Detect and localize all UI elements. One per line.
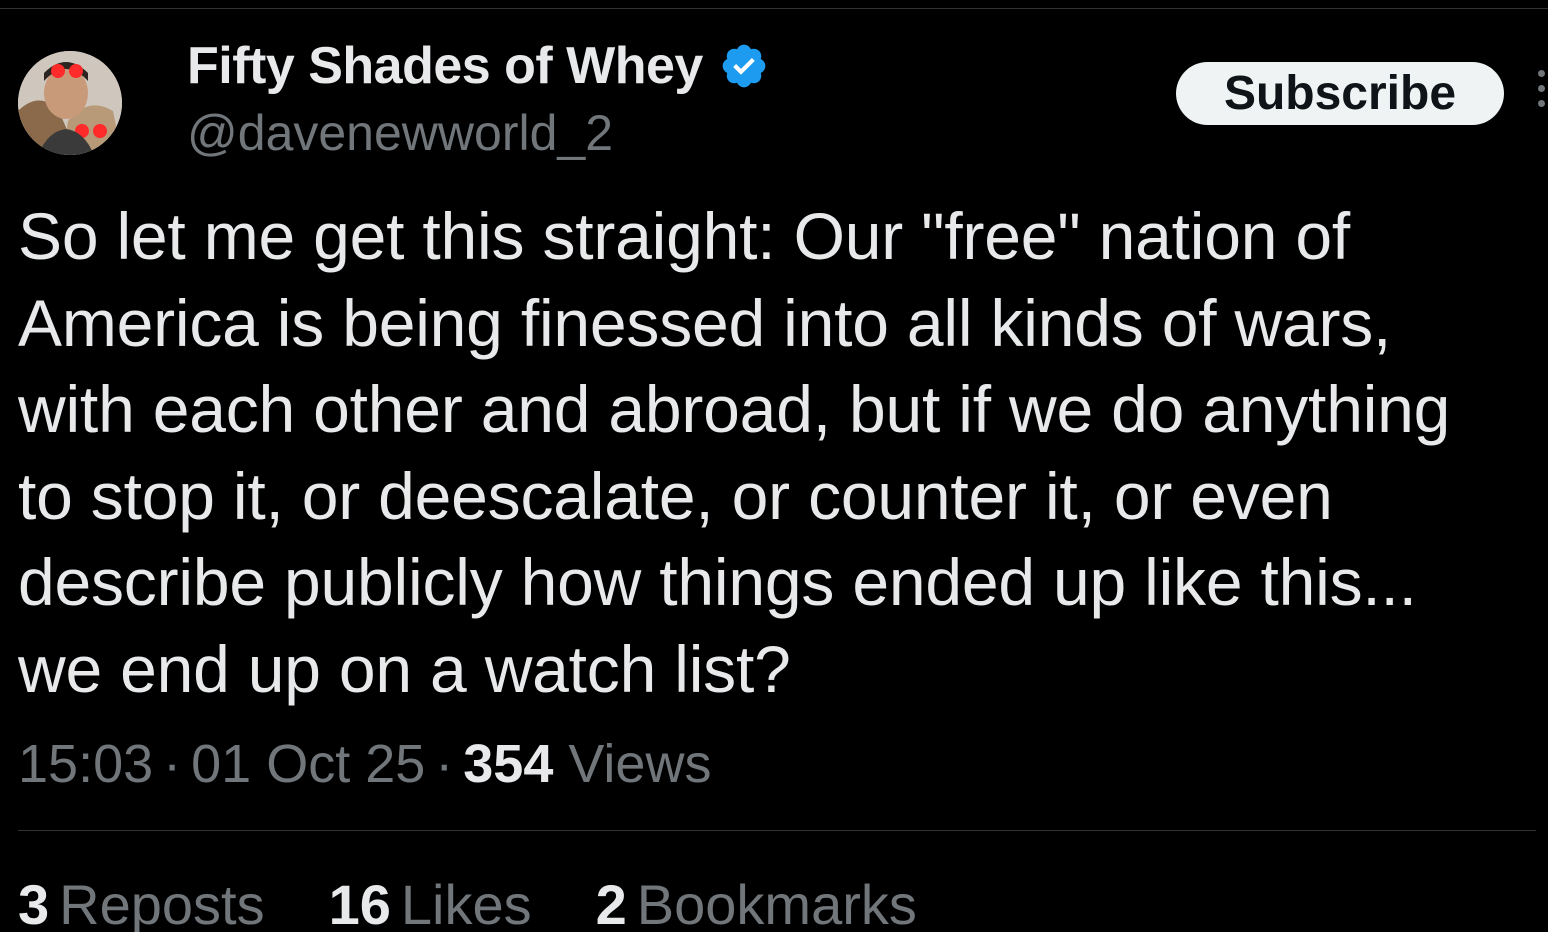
- avatar[interactable]: [18, 51, 122, 155]
- subscribe-button[interactable]: Subscribe: [1176, 62, 1504, 125]
- reposts-label: Reposts: [59, 873, 265, 932]
- bookmarks-stat[interactable]: 2 Bookmarks: [596, 872, 917, 932]
- stats-divider: [18, 830, 1536, 831]
- views-label: Views: [568, 734, 712, 794]
- tweet-meta: 15:03 · 01 Oct 25 · 354 Views: [18, 733, 711, 795]
- likes-stat[interactable]: 16 Likes: [329, 872, 532, 932]
- likes-label: Likes: [400, 873, 532, 932]
- engagement-stats: 3 Reposts 16 Likes 2 Bookmarks: [18, 872, 981, 932]
- tweet-text: So let me get this straight: Our "free" …: [18, 199, 1451, 706]
- avatar-image: [18, 51, 122, 155]
- reposts-count: 3: [18, 873, 50, 932]
- likes-count: 16: [328, 873, 391, 932]
- top-divider: [0, 8, 1548, 9]
- tweet-date[interactable]: 01 Oct 25: [191, 734, 425, 794]
- meta-separator: ·: [435, 734, 454, 794]
- verified-badge-icon: [722, 44, 766, 88]
- more-options-icon[interactable]: [1538, 70, 1548, 110]
- reposts-stat[interactable]: 3 Reposts: [18, 872, 265, 932]
- meta-separator: ·: [163, 734, 182, 794]
- tweet-time[interactable]: 15:03: [18, 734, 153, 794]
- bookmarks-count: 2: [595, 873, 627, 932]
- bookmarks-label: Bookmarks: [636, 873, 917, 932]
- views-count: 354: [463, 734, 554, 794]
- author-handle[interactable]: @davenewworld_2: [187, 104, 613, 162]
- author-name[interactable]: Fifty Shades of Whey: [187, 36, 769, 96]
- author-name-text[interactable]: Fifty Shades of Whey: [187, 36, 703, 96]
